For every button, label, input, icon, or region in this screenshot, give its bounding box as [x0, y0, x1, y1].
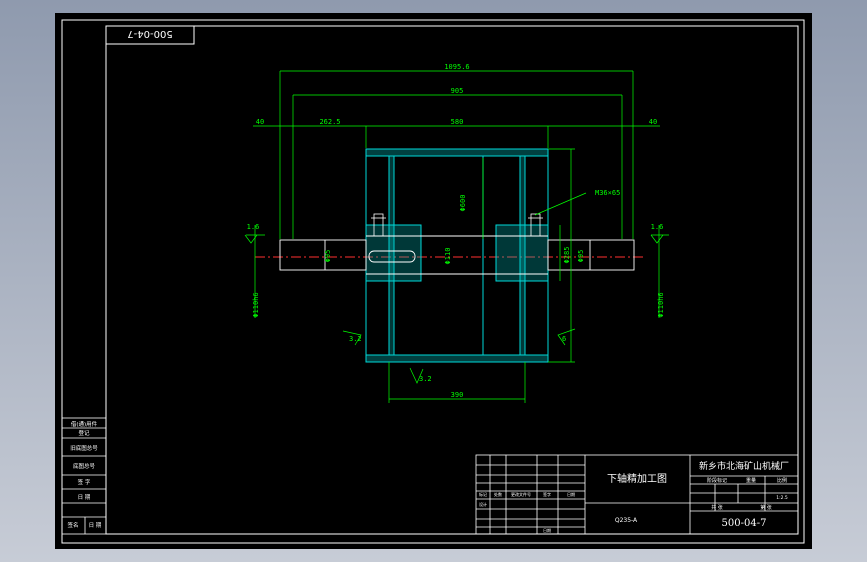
dim-drum-dia: Φ600 — [459, 195, 467, 212]
dim-tol-right: 1.6 — [651, 223, 664, 231]
inner-frame — [105, 25, 799, 535]
left-label-4: 签 字 — [78, 478, 91, 486]
dim-hub-len: 390 — [451, 391, 464, 399]
dim-weld-left: 3.2 — [349, 335, 362, 343]
company-name: 新乡市北海矿山机械厂 — [699, 460, 789, 472]
left-label-6: 签名 — [67, 521, 78, 529]
dim-shaft-right: Φ95 — [577, 250, 585, 263]
dim-shaft-mid: Φ110 — [444, 248, 452, 265]
dim-left-len: 262.5 — [319, 118, 340, 126]
col-header-1: 重量 — [746, 477, 756, 484]
dim-tol-left: 1.6 — [247, 223, 260, 231]
left-label-2: 旧底图总号 — [70, 444, 98, 452]
dim-hub-dia: Φ285 — [563, 247, 571, 264]
dim-bear-left: Φ110h6 — [252, 292, 260, 317]
dim-left-end: 40 — [256, 118, 264, 126]
left-label-1: 登记 — [78, 429, 90, 437]
code-rotated: 500-04-7 — [127, 28, 172, 39]
drawing-sheet: 500-04-7 借(通)用件 登记 旧底图总号 底图总号 签 字 日 期 签名… — [55, 13, 812, 549]
rev-header-1: 处数 — [494, 491, 502, 497]
col-header-0: 阶段标记 — [707, 477, 727, 484]
dim-right-end: 40 — [649, 118, 657, 126]
rev-header-3: 签字 — [543, 491, 551, 497]
dim-span: 905 — [451, 87, 464, 95]
left-label-0: 借(通)用件 — [71, 420, 98, 428]
dim-weld-right: 6 — [562, 335, 566, 343]
share-count: 共 张 — [711, 504, 723, 511]
drawing-name: 下轴精加工图 — [607, 472, 667, 485]
col-header-2: 比例 — [777, 477, 787, 484]
rev-header-0: 标记 — [479, 491, 487, 497]
dim-bear-right: Φ110h6 — [657, 292, 665, 317]
rev-header-4: 日期 — [567, 491, 575, 497]
designer-label: 设计 — [479, 501, 487, 507]
drawing-canvas: 500-04-7 借(通)用件 登记 旧底图总号 底图总号 签 字 日 期 签名… — [61, 19, 805, 544]
dim-bore-key: M36×65 — [595, 189, 620, 197]
drawing-code: 500-04-7 — [722, 518, 767, 529]
dim-overall: 1095.6 — [444, 63, 469, 71]
dim-rough-bottom: 3.2 — [419, 375, 432, 383]
left-label-3: 底图总号 — [73, 462, 96, 470]
dim-drum-len: 580 — [451, 118, 464, 126]
rev-header-2: 更改文件号 — [511, 491, 531, 497]
sheet-count: 第 张 — [760, 504, 772, 511]
approve-label: 日期 — [543, 527, 551, 533]
material: Q235-A — [615, 517, 638, 524]
scale: 1:2.5 — [776, 495, 788, 501]
dim-shaft-left: Φ95 — [324, 250, 332, 263]
outer-frame — [61, 19, 805, 544]
drum-shell — [365, 148, 549, 363]
left-label-7: 日 期 — [89, 522, 102, 529]
left-label-5: 日 期 — [78, 494, 91, 501]
